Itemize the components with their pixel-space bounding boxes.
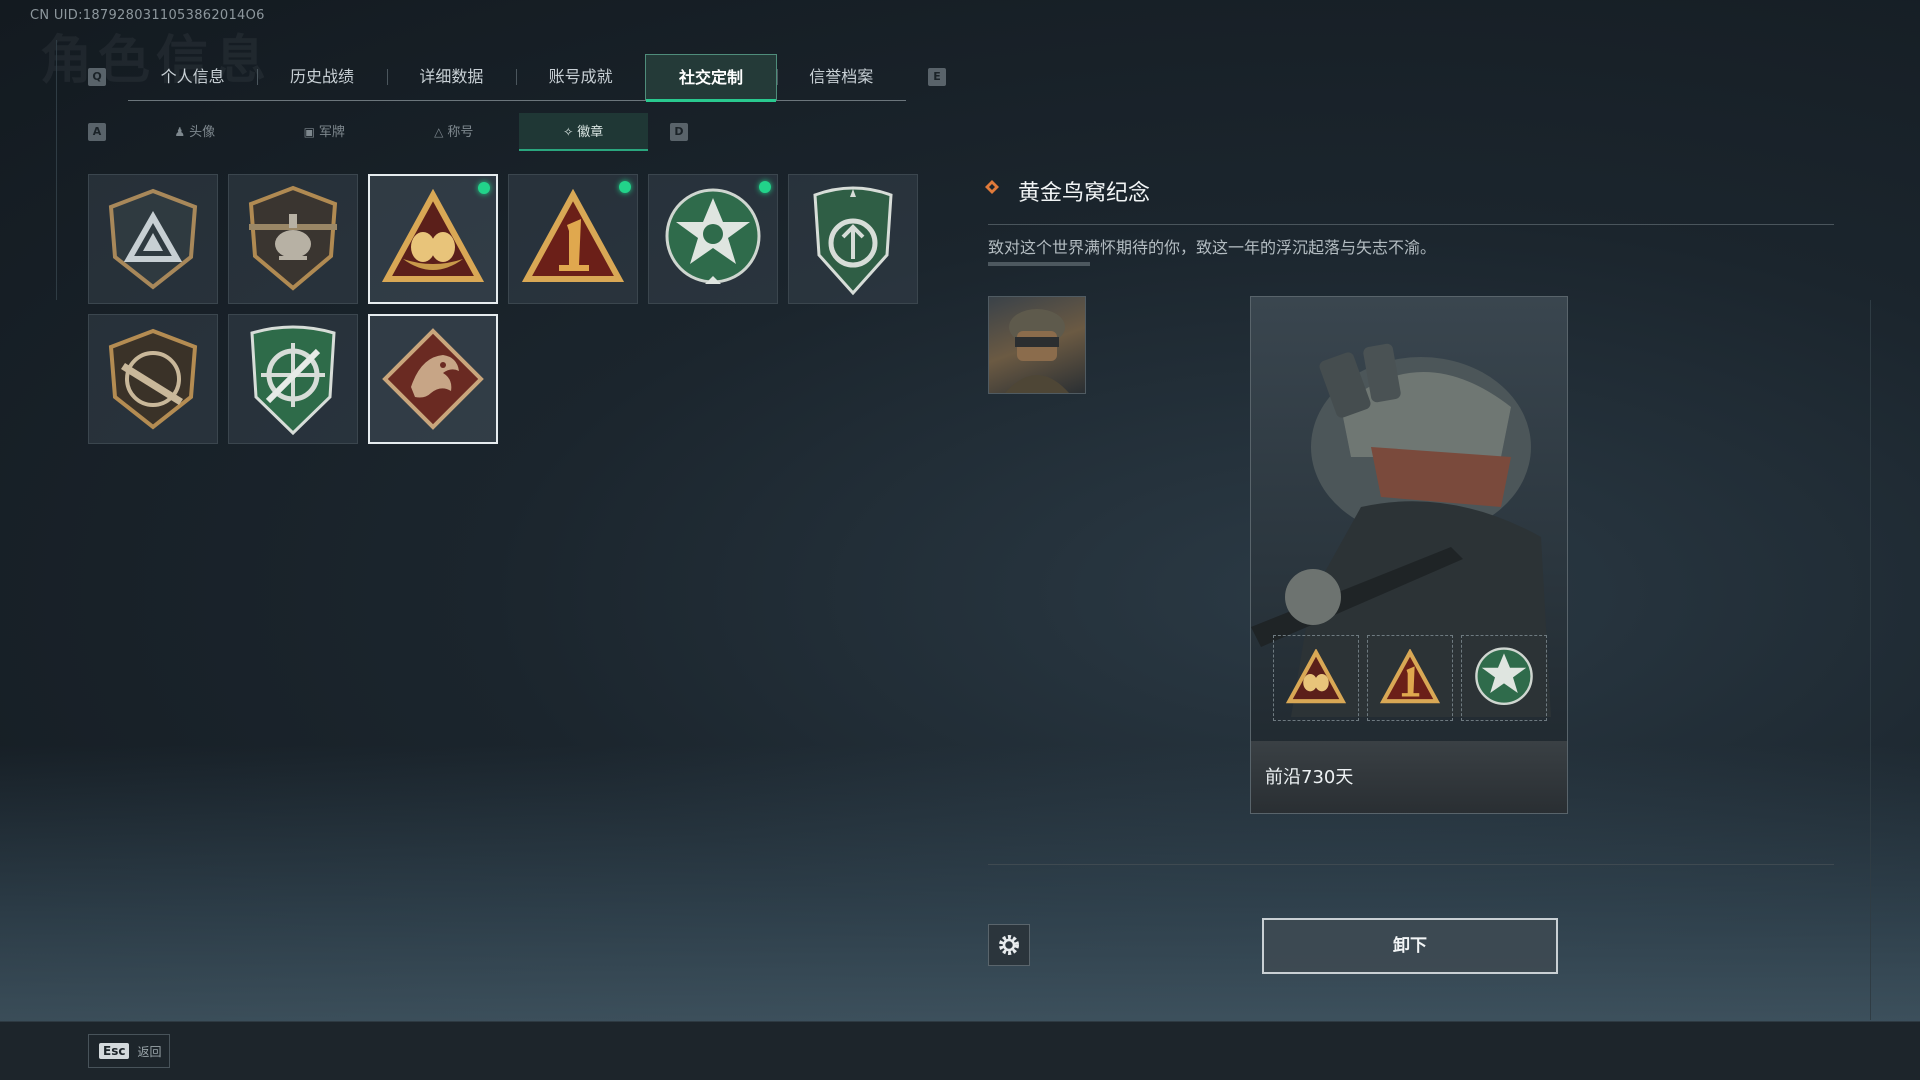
gear-icon	[999, 935, 1019, 955]
tab-detailed-data[interactable]: 详细数据	[386, 54, 516, 100]
deco-line	[1870, 300, 1871, 1020]
title-icon: △	[434, 125, 444, 139]
green-star-emblem-icon	[1475, 647, 1533, 705]
tab-match-history[interactable]: 历史战绩	[257, 54, 386, 100]
unequip-button[interactable]: 卸下	[1262, 918, 1558, 974]
green-star-emblem-icon	[665, 188, 761, 284]
subtab-avatar-label: 头像	[189, 125, 216, 140]
background-fog	[0, 745, 1920, 1025]
dogtag-icon: ▣	[303, 125, 315, 139]
crosshair-emblem-icon	[250, 325, 336, 436]
badge-cell[interactable]	[788, 174, 918, 304]
soldier-portrait-icon	[1005, 309, 1069, 393]
person-icon: ♟	[174, 125, 186, 139]
equipped-indicator	[619, 181, 631, 193]
player-avatar	[988, 296, 1086, 394]
helicopter-emblem-icon	[248, 185, 338, 291]
prev-subtab-key[interactable]: A	[88, 123, 106, 141]
badge-cell[interactable]	[228, 174, 358, 304]
tab-reputation[interactable]: 信誉档案	[776, 54, 906, 100]
golden-nest-emblem-icon	[381, 189, 485, 282]
divider	[988, 864, 1834, 865]
soldier-card: 前沿730天	[1250, 296, 1568, 814]
prev-tab-key[interactable]: Q	[88, 68, 106, 86]
golden-nest-emblem-icon	[1285, 649, 1347, 704]
subtab-dogtag-label: 军牌	[318, 125, 345, 140]
main-tabs: 个人信息 历史战绩 详细数据 账号成就 社交定制 信誉档案	[128, 54, 906, 102]
title-diamond-icon	[985, 180, 999, 194]
tab-social-custom[interactable]: 社交定制	[645, 54, 777, 102]
green-shield-emblem-icon	[813, 186, 893, 296]
subtab-title[interactable]: △ 称号	[389, 113, 519, 151]
badge-cell[interactable]	[508, 174, 638, 304]
equipped-indicator	[478, 182, 490, 194]
subtab-dogtag[interactable]: ▣ 军牌	[260, 113, 390, 151]
subtab-avatar[interactable]: ♟ 头像	[130, 113, 260, 151]
equipped-indicator	[759, 181, 771, 193]
rifle-emblem-icon	[108, 328, 198, 430]
next-subtab-key[interactable]: D	[670, 123, 688, 141]
settings-button[interactable]	[988, 924, 1030, 966]
subtab-badge-label: 徽章	[577, 125, 604, 140]
uid-label: CN UID:1879280311053862014O6	[30, 8, 265, 23]
esc-key: Esc	[99, 1043, 130, 1059]
dragon-emblem-icon	[382, 328, 484, 430]
badge-cell[interactable]	[88, 174, 218, 304]
card-badge-slot-3	[1461, 635, 1547, 721]
card-badge-slot-2	[1367, 635, 1453, 721]
badge-cell[interactable]	[368, 174, 498, 304]
badge-cell[interactable]	[368, 314, 498, 444]
sub-tabs: ♟ 头像 ▣ 军牌 △ 称号 ✧ 徽章	[130, 113, 648, 151]
subtab-badge[interactable]: ✧ 徽章	[518, 113, 648, 151]
badge-description: 致对这个世界满怀期待的你，致这一年的浮沉起落与矢志不渝。	[988, 238, 1437, 257]
next-tab-key[interactable]: E	[928, 68, 946, 86]
back-label: 返回	[137, 1044, 162, 1059]
deco-line	[56, 40, 57, 300]
badge-cell[interactable]	[228, 314, 358, 444]
number-one-emblem-icon	[521, 189, 625, 282]
card-badge-slot-1	[1273, 635, 1359, 721]
card-caption: 前沿730天	[1265, 767, 1354, 788]
description-underline	[988, 262, 1090, 266]
bottom-bar	[0, 1021, 1920, 1080]
badge-grid	[88, 174, 918, 444]
badge-cell[interactable]	[88, 314, 218, 444]
badge-icon: ✧	[563, 125, 574, 139]
triangle-emblem-icon	[108, 188, 198, 290]
subtab-title-label: 称号	[447, 125, 474, 140]
badge-title: 黄金鸟窝纪念	[1018, 181, 1151, 206]
back-button[interactable]: Esc 返回	[88, 1034, 170, 1068]
number-one-emblem-icon	[1379, 649, 1441, 704]
divider	[988, 224, 1834, 225]
tab-personal-info[interactable]: 个人信息	[128, 54, 257, 100]
tab-achievements[interactable]: 账号成就	[515, 54, 645, 100]
badge-cell[interactable]	[648, 174, 778, 304]
